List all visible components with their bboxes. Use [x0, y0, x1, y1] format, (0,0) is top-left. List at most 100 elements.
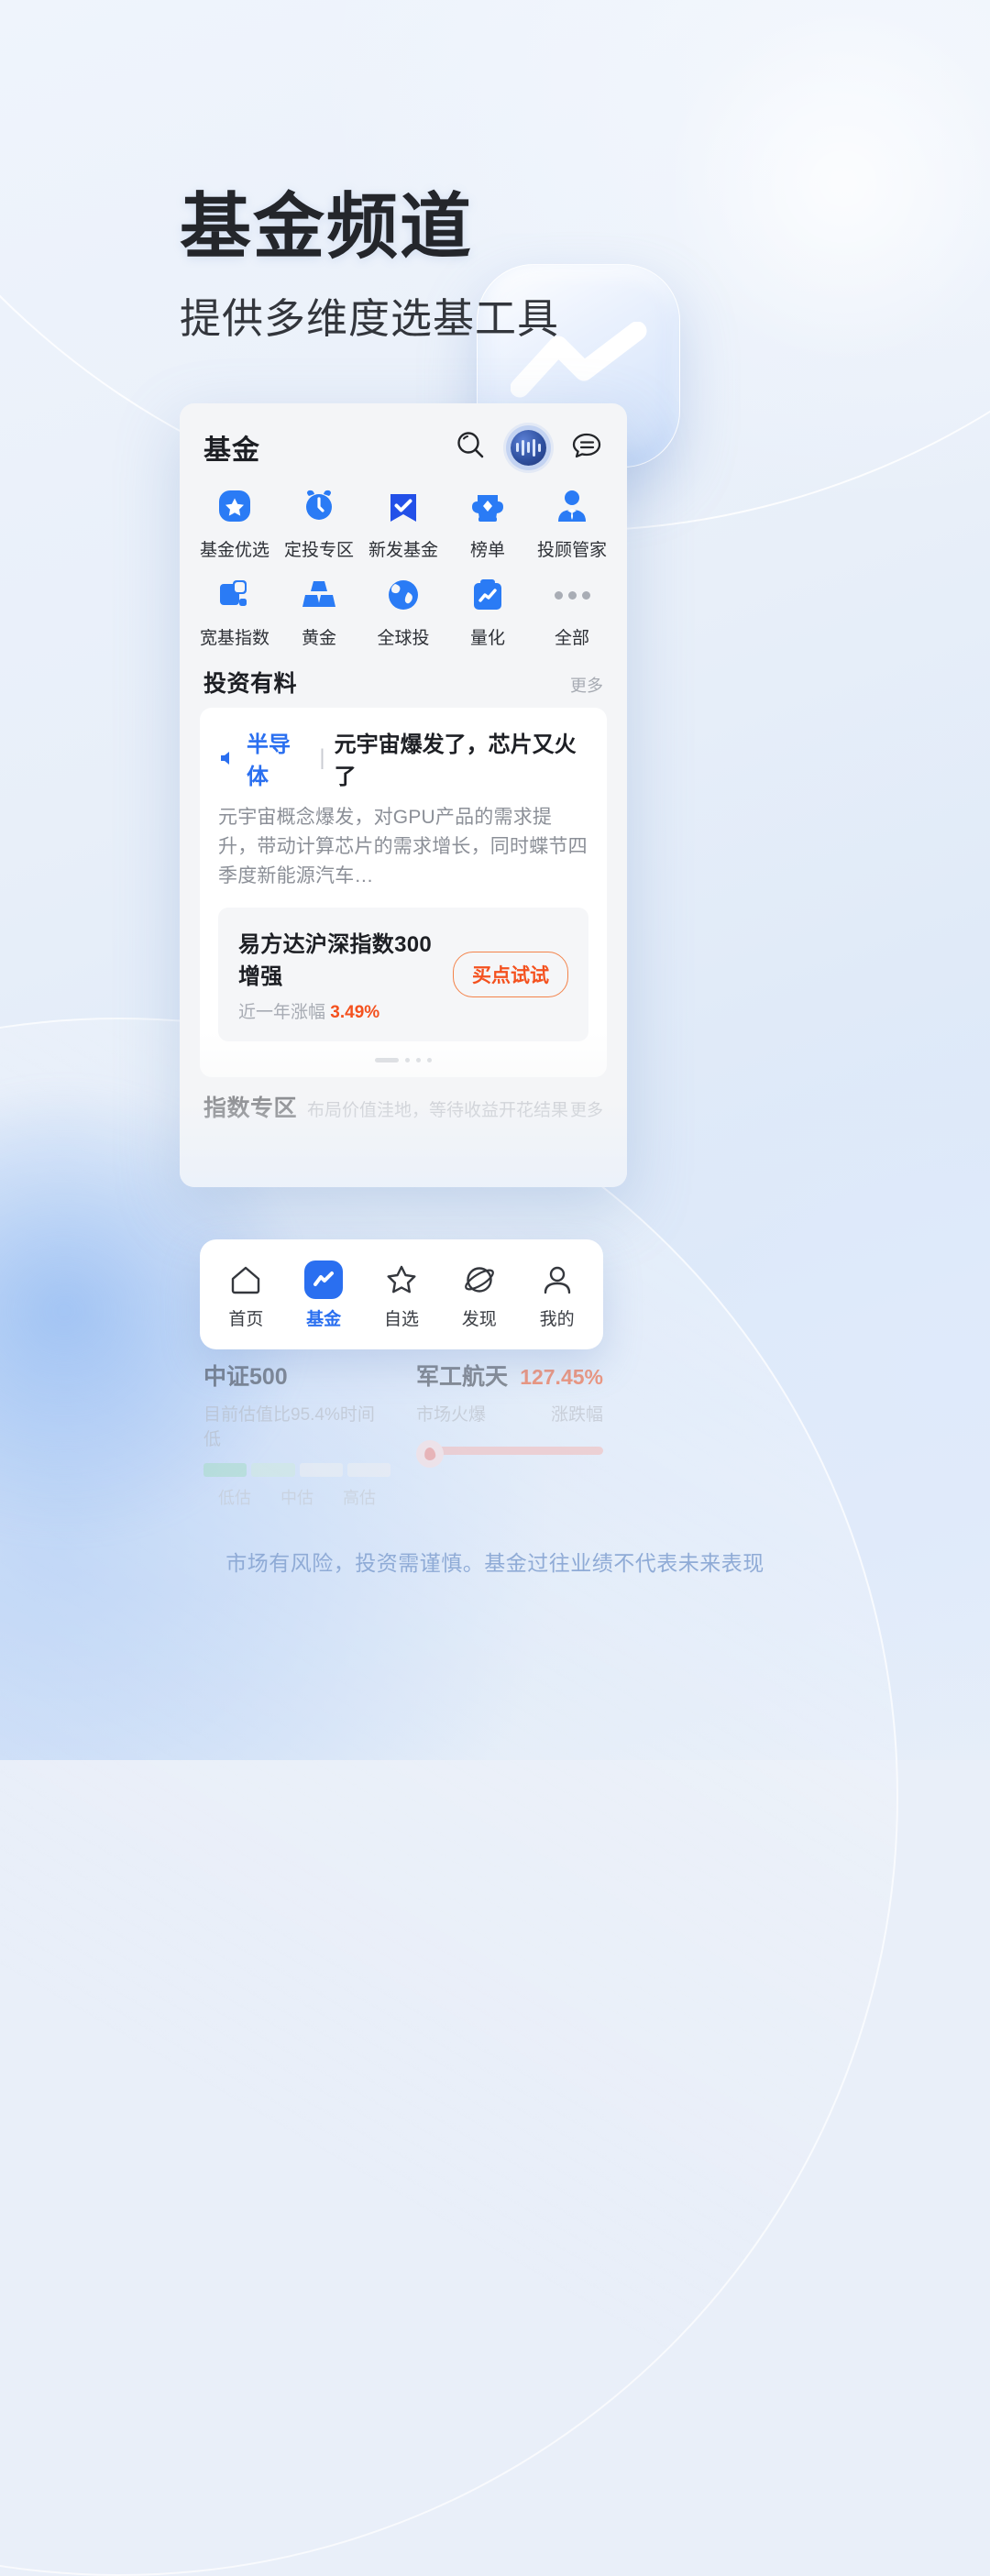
grid-item-quanqiutou[interactable]: 全球投 [361, 574, 446, 649]
grid-item-quanbu[interactable]: 全部 [530, 574, 614, 649]
subtitle-part-2: 选基工具 [390, 294, 560, 342]
nav-item-profile[interactable]: 我的 [522, 1259, 593, 1330]
search-icon[interactable] [454, 429, 487, 467]
page-title: 基金频道 [180, 186, 474, 267]
pager-dot[interactable] [416, 1057, 421, 1062]
grid-item-lianghua[interactable]: 量化 [446, 574, 530, 649]
pager-active[interactable] [375, 1057, 399, 1062]
heat-slider [416, 1440, 603, 1468]
nav-label: 首页 [228, 1310, 264, 1329]
grid-item-label: 量化 [469, 629, 505, 648]
grid-item-kuanji[interactable]: 宽基指数 [192, 574, 277, 649]
nav-label: 发现 [461, 1310, 497, 1329]
section-title: 投资有料 [204, 671, 298, 697]
hero-text-block: 基金频道 提供多维度选基工具 [180, 189, 559, 345]
valuation-label: 高估 [343, 1489, 376, 1507]
squares-icon [214, 574, 256, 616]
index-name: 中证500 [204, 1364, 288, 1390]
nav-label: 基金 [306, 1310, 342, 1329]
quick-entry-grid: 基金优选 定投专区 新发基金 榜单 投顾管家 宽基指数 黄金 全球投 量化 全部 [180, 473, 627, 653]
section-more-link[interactable]: 更多 [570, 1097, 603, 1121]
grid-item-dingtou[interactable]: 定投专区 [277, 486, 361, 561]
planet-icon [461, 1259, 498, 1301]
page-subtitle: 提供多维度选基工具 [180, 285, 559, 345]
alarm-clock-icon [298, 486, 340, 528]
index-card-junhang[interactable]: 军工航天 127.45% 市场火爆 涨跌幅 [416, 1359, 603, 1509]
valuation-label: 中估 [280, 1489, 314, 1507]
grid-item-label: 定投专区 [283, 541, 354, 560]
person-outline-icon [539, 1259, 576, 1301]
fund-promo-card[interactable]: 易方达沪深指数300增强 近一年涨幅 3.49% 买点试试 [218, 907, 588, 1041]
globe-icon [382, 574, 424, 616]
grid-item-label: 黄金 [301, 629, 336, 648]
flame-icon [416, 1440, 444, 1468]
grid-item-label: 宽基指数 [199, 629, 270, 648]
more-dots-icon [554, 574, 590, 616]
grid-item-label: 新发基金 [368, 541, 438, 560]
trophy-icon [467, 486, 509, 528]
header-icon-group [454, 429, 603, 467]
subtitle-part-1: 提供 [180, 294, 265, 342]
star-outline-icon [383, 1259, 420, 1301]
index-right-label: 涨跌幅 [550, 1405, 603, 1425]
grid-item-bangdan[interactable]: 榜单 [446, 486, 530, 561]
message-icon[interactable] [570, 429, 603, 467]
grid-item-huangjin[interactable]: 黄金 [277, 574, 361, 649]
section-header-news: 投资有料 更多 [180, 653, 627, 708]
bookmark-check-icon [382, 486, 424, 528]
section-more-link[interactable]: 更多 [570, 673, 603, 697]
index-desc: 市场火爆 [416, 1405, 487, 1425]
grid-item-label: 投顾管家 [536, 541, 607, 560]
fund-info: 易方达沪深指数300增强 近一年涨幅 3.49% [238, 926, 453, 1023]
fund-metric-label: 近一年涨幅 [238, 1002, 326, 1022]
section-subtitle: 布局价值洼地，等待收益开花结果 [307, 1100, 569, 1120]
nav-item-home[interactable]: 首页 [210, 1259, 281, 1330]
advisor-person-icon [551, 486, 593, 528]
section-title: 指数专区 [204, 1095, 298, 1121]
grid-item-youxuan[interactable]: 基金优选 [192, 486, 277, 561]
grid-item-tougu[interactable]: 投顾管家 [530, 486, 614, 561]
home-icon [227, 1259, 264, 1301]
grid-item-xinfa[interactable]: 新发基金 [361, 486, 446, 561]
news-headline: 元宇宙爆发了，芯片又火了 [334, 732, 577, 789]
index-percent: 127.45% [520, 1365, 603, 1389]
grid-item-label: 全球投 [377, 629, 430, 648]
news-divider: | [319, 745, 325, 770]
news-tag[interactable]: 半导体 [247, 726, 310, 790]
valuation-bar [204, 1463, 390, 1477]
subtitle-highlight: 多维度 [262, 285, 393, 345]
pager-dot[interactable] [427, 1057, 432, 1062]
bottom-navigation-bar: 首页 基金 自选 发现 我的 [200, 1239, 603, 1368]
star-icon [214, 486, 256, 528]
grid-item-label: 基金优选 [199, 541, 270, 560]
nav-item-discover[interactable]: 发现 [444, 1259, 515, 1330]
valuation-label: 低估 [218, 1489, 251, 1507]
index-name: 军工航天 [416, 1364, 509, 1390]
index-card-zz500[interactable]: 中证500 目前估值比95.4%时间低 低估 中估 高估 [204, 1359, 390, 1509]
grid-item-label: 全部 [554, 629, 589, 648]
speaker-icon [218, 748, 238, 768]
grid-item-label: 榜单 [469, 541, 505, 560]
nav-item-watchlist[interactable]: 自选 [366, 1259, 437, 1330]
carousel-pager[interactable] [218, 1057, 588, 1062]
app-header: 基金 [180, 403, 627, 473]
pager-dot[interactable] [405, 1057, 410, 1062]
app-screenshot-card: 基金 基金优选 定投专区 新发基金 榜单 投顾管家 宽基指数 黄金 全球投 量化… [180, 403, 627, 1187]
faded-index-cards: 中证500 目前估值比95.4%时间低 低估 中估 高估 军工航天 127.45… [180, 1353, 627, 1509]
fund-metric: 近一年涨幅 3.49% [238, 998, 453, 1023]
buy-button[interactable]: 买点试试 [453, 951, 568, 997]
section-header-index: 指数专区 布局价值洼地，等待收益开花结果 更多 [180, 1077, 627, 1132]
news-body: 元宇宙概念爆发，对GPU产品的需求提升，带动计算芯片的需求增长，同时蝶节四季度新… [218, 807, 588, 886]
news-card[interactable]: 半导体 | 元宇宙爆发了，芯片又火了 元宇宙概念爆发，对GPU产品的需求提升，带… [200, 708, 607, 1077]
nav-label: 我的 [539, 1310, 575, 1329]
nav-label: 自选 [383, 1310, 419, 1329]
voice-assistant-icon[interactable] [511, 429, 546, 466]
news-headline-row: 半导体 | 元宇宙爆发了，芯片又火了 [218, 726, 588, 790]
clipboard-chart-icon [467, 574, 509, 616]
nav-item-fund[interactable]: 基金 [288, 1259, 359, 1330]
gold-bars-icon [298, 574, 340, 616]
fund-chart-icon [304, 1259, 344, 1301]
disclaimer-text: 市场有风险，投资需谨慎。基金过往业绩不代表未来表现 [226, 1551, 764, 1575]
fund-metric-value: 3.49% [330, 1002, 380, 1022]
index-desc: 目前估值比95.4%时间低 [204, 1405, 375, 1449]
